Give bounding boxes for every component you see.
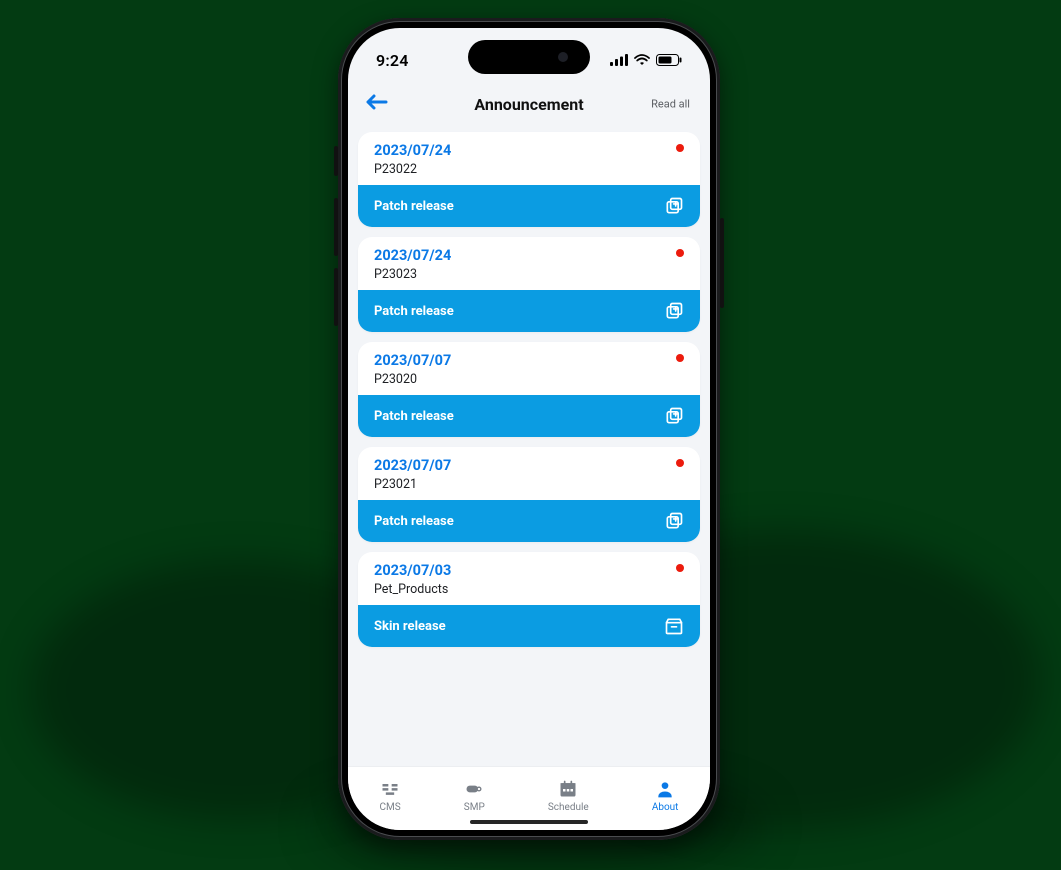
side-button (334, 146, 338, 176)
nav-header: Announcement Read all (348, 82, 710, 126)
announcement-card[interactable]: 2023/07/24 P23023 Patch release (358, 237, 700, 332)
cellular-signal-icon (610, 54, 628, 66)
page-title: Announcement (474, 95, 583, 114)
smp-icon (464, 779, 484, 799)
battery-icon (656, 54, 682, 66)
unread-dot-icon (676, 144, 684, 152)
card-label-bar: Patch release (358, 500, 700, 542)
card-date: 2023/07/07 (374, 457, 684, 474)
announcement-list[interactable]: 2023/07/24 P23022 Patch release 2023/07/… (348, 126, 710, 830)
unread-dot-icon (676, 564, 684, 572)
copy-plus-icon (664, 301, 684, 321)
card-code: P23022 (374, 162, 684, 177)
card-code: P23021 (374, 477, 684, 492)
card-label: Patch release (374, 199, 454, 214)
card-date: 2023/07/24 (374, 142, 684, 159)
announcement-card[interactable]: 2023/07/24 P23022 Patch release (358, 132, 700, 227)
card-label-bar: Patch release (358, 395, 700, 437)
tab-cms[interactable]: CMS (380, 779, 401, 813)
card-header: 2023/07/24 P23023 (358, 237, 700, 290)
card-label-bar: Skin release (358, 605, 700, 647)
tab-smp-label: SMP (464, 802, 485, 813)
card-header: 2023/07/07 P23021 (358, 447, 700, 500)
unread-dot-icon (676, 459, 684, 467)
card-header: 2023/07/03 Pet_Products (358, 552, 700, 605)
copy-plus-icon (664, 511, 684, 531)
card-code: P23023 (374, 267, 684, 282)
announcement-card[interactable]: 2023/07/03 Pet_Products Skin release (358, 552, 700, 647)
tab-about[interactable]: About (652, 779, 679, 813)
cms-icon (380, 779, 400, 799)
card-label-bar: Patch release (358, 185, 700, 227)
card-date: 2023/07/24 (374, 247, 684, 264)
tab-schedule-label: Schedule (548, 802, 589, 813)
dynamic-island (468, 40, 590, 74)
unread-dot-icon (676, 249, 684, 257)
card-header: 2023/07/24 P23022 (358, 132, 700, 185)
announcement-card[interactable]: 2023/07/07 P23021 Patch release (358, 447, 700, 542)
card-label: Patch release (374, 304, 454, 319)
tab-cms-label: CMS (380, 802, 401, 813)
read-all-button[interactable]: Read all (651, 98, 690, 111)
back-button[interactable] (366, 94, 388, 114)
card-code: P23020 (374, 372, 684, 387)
card-code: Pet_Products (374, 582, 684, 597)
volume-down-button (334, 268, 338, 326)
phone-frame: 9:24 (338, 18, 720, 840)
card-label: Skin release (374, 619, 446, 634)
arrow-left-icon (366, 94, 388, 110)
tab-schedule[interactable]: Schedule (548, 779, 589, 813)
tab-about-label: About (652, 802, 679, 813)
card-date: 2023/07/07 (374, 352, 684, 369)
announcement-card[interactable]: 2023/07/07 P23020 Patch release (358, 342, 700, 437)
status-time: 9:24 (376, 51, 409, 70)
screen: 9:24 (348, 28, 710, 830)
unread-dot-icon (676, 354, 684, 362)
card-label: Patch release (374, 409, 454, 424)
card-label-bar: Patch release (358, 290, 700, 332)
card-date: 2023/07/03 (374, 562, 684, 579)
person-icon (655, 779, 675, 799)
power-button (720, 218, 724, 308)
home-indicator (470, 820, 588, 824)
wifi-icon (634, 54, 650, 66)
package-icon (664, 616, 684, 636)
calendar-icon (558, 779, 578, 799)
copy-plus-icon (664, 406, 684, 426)
copy-plus-icon (664, 196, 684, 216)
card-header: 2023/07/07 P23020 (358, 342, 700, 395)
card-label: Patch release (374, 514, 454, 529)
tab-smp[interactable]: SMP (464, 779, 485, 813)
status-icons (610, 54, 682, 66)
volume-up-button (334, 198, 338, 256)
